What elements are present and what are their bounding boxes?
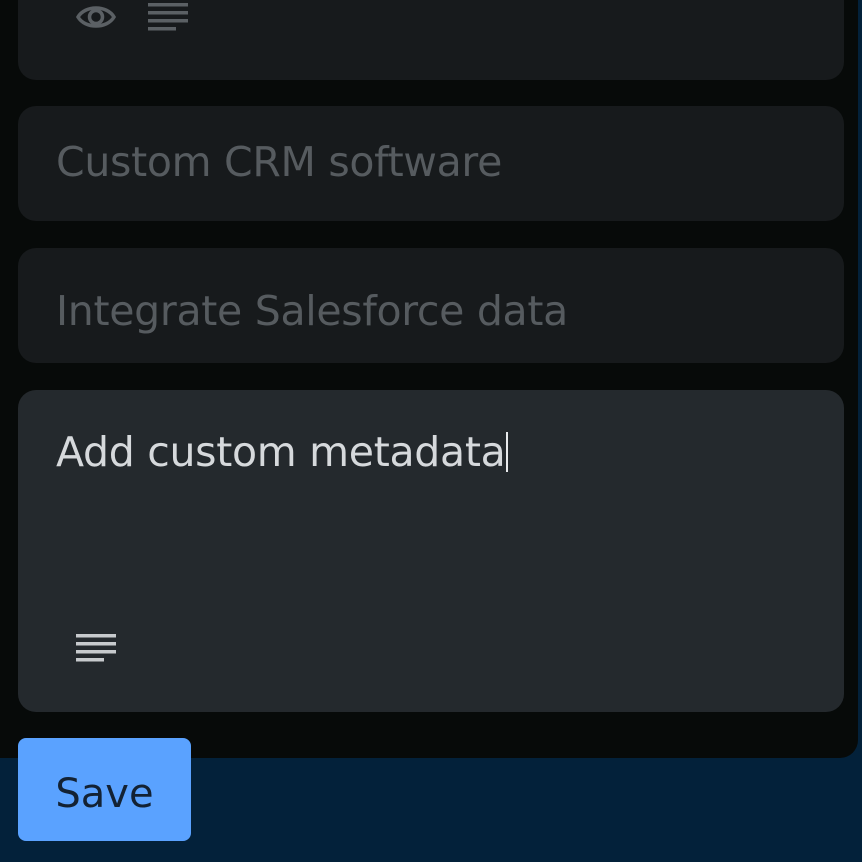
previous-field-card [18,0,844,80]
crm-software-field[interactable]: Custom CRM software [18,106,844,221]
salesforce-integration-field[interactable]: Integrate Salesforce data [18,248,844,363]
top-card-toolbar [76,0,188,34]
salesforce-integration-placeholder: Integrate Salesforce data [56,286,568,335]
text-caret [506,432,509,472]
crm-software-placeholder: Custom CRM software [56,137,503,186]
save-button[interactable]: Save [18,738,191,841]
text-lines-icon[interactable] [148,0,188,34]
text-lines-icon[interactable] [76,634,116,668]
metadata-value: Add custom metadata [56,428,506,476]
eye-icon[interactable] [76,0,116,34]
form-panel: Custom CRM software Integrate Salesforce… [0,0,858,758]
metadata-value-wrapper: Add custom metadata [56,428,509,476]
metadata-textarea[interactable]: Add custom metadata [18,390,844,712]
